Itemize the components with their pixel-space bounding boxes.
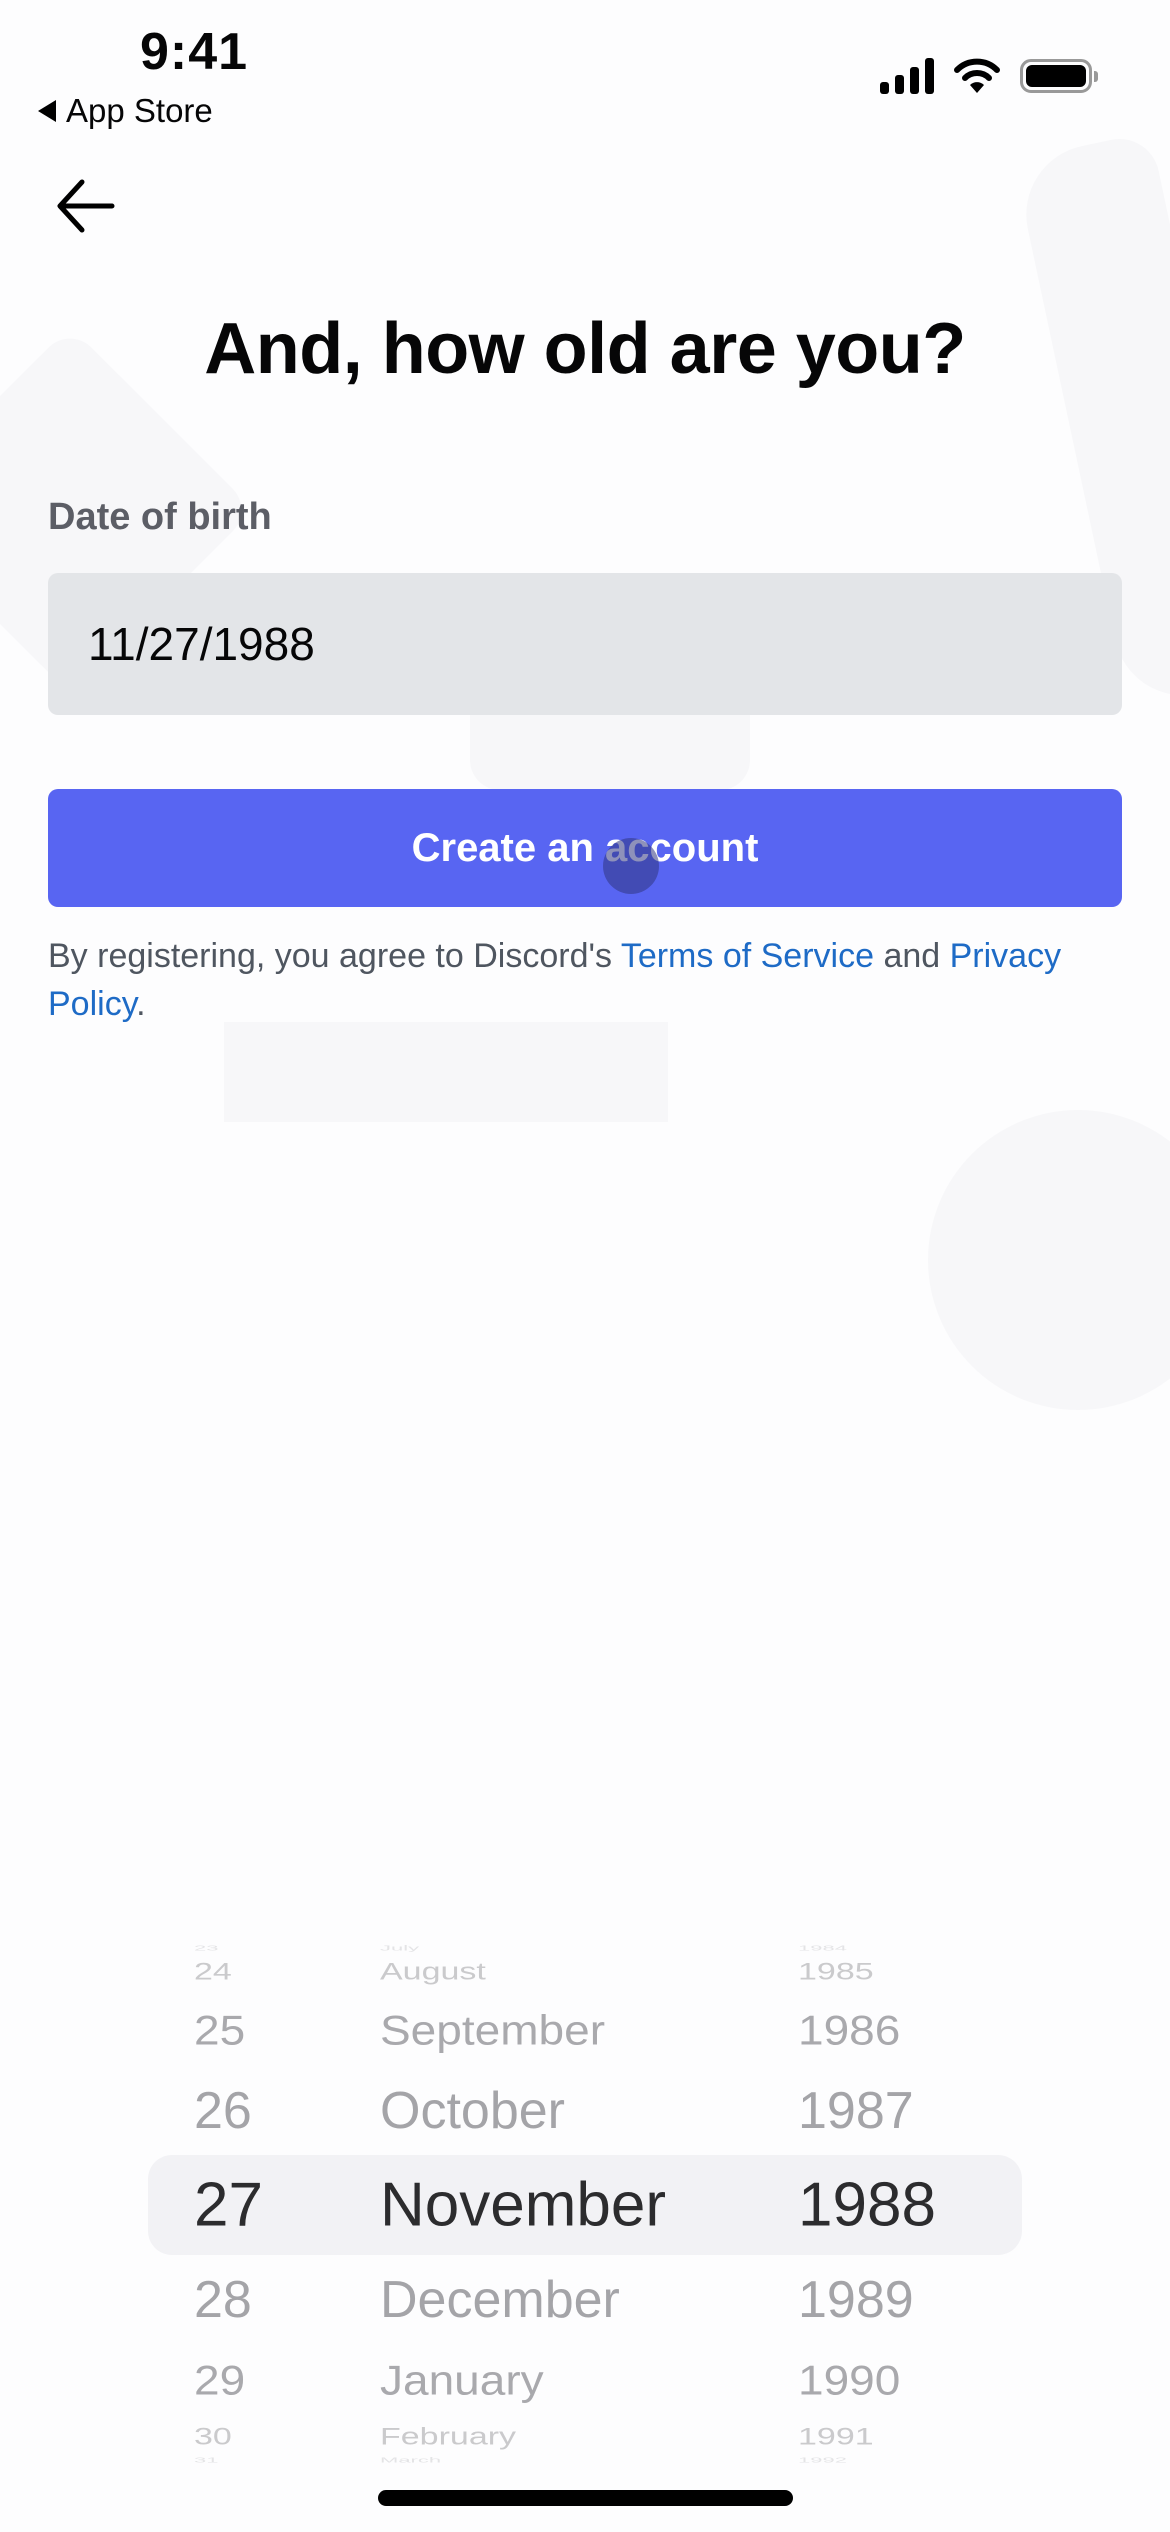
picker-day: 28 <box>194 2271 252 2329</box>
back-app-label: App Store <box>66 92 213 129</box>
picker-day: 26 <box>194 2082 252 2140</box>
dob-label: Date of birth <box>48 496 272 538</box>
picker-year: 1987 <box>798 2082 914 2140</box>
battery-icon <box>1020 59 1098 93</box>
dob-input[interactable]: 11/27/1988 <box>48 573 1122 715</box>
back-button[interactable] <box>48 168 124 244</box>
picker-month: August <box>380 1958 486 1985</box>
picker-month: November <box>380 2170 666 2240</box>
picker-year: 1991 <box>798 2423 874 2450</box>
status-icons <box>880 58 1098 94</box>
date-picker-wheel[interactable]: 23 July 1984 24 August 1985 25 September 1986 26 O… <box>148 1930 1022 2470</box>
back-triangle-icon <box>38 100 56 122</box>
picker-month: September <box>380 2006 606 2054</box>
back-to-app-store[interactable]: App Store <box>38 92 213 130</box>
picker-month: July <box>380 1943 420 1953</box>
terms-text: By registering, you agree to Discord's T… <box>48 932 1122 1028</box>
terms-middle: and <box>874 937 950 975</box>
signal-icon <box>880 58 934 94</box>
dob-value: 11/27/1988 <box>88 618 315 670</box>
create-account-label: Create an account <box>411 825 759 870</box>
picker-day: 29 <box>194 2356 246 2404</box>
picker-month: January <box>380 2356 544 2404</box>
picker-day: 23 <box>194 1943 219 1953</box>
picker-year: 1985 <box>798 1958 874 1985</box>
picker-year: 1986 <box>798 2006 901 2054</box>
create-account-button[interactable]: Create an account <box>48 789 1122 907</box>
picker-month: October <box>380 2082 565 2140</box>
home-indicator[interactable] <box>378 2490 793 2506</box>
wifi-icon <box>954 58 1000 93</box>
picker-day: 27 <box>194 2170 263 2240</box>
picker-month: March <box>380 2455 442 2465</box>
touch-indicator <box>603 838 659 894</box>
picker-day: 25 <box>194 2006 246 2054</box>
picker-year: 1988 <box>798 2170 936 2240</box>
terms-suffix: . <box>136 985 146 1023</box>
picker-year: 1990 <box>798 2356 901 2404</box>
picker-day: 30 <box>194 2423 232 2450</box>
picker-year: 1989 <box>798 2271 914 2329</box>
bg-decoration-rect-2 <box>224 1022 668 1122</box>
picker-year: 1992 <box>798 2455 847 2465</box>
picker-day: 31 <box>194 2455 219 2465</box>
picker-day: 24 <box>194 1958 232 1985</box>
page-title: And, how old are you? <box>204 309 966 389</box>
picker-month: December <box>380 2271 620 2329</box>
bg-decoration-circle <box>928 1110 1170 1410</box>
picker-year: 1984 <box>798 1943 847 1953</box>
terms-of-service-link[interactable]: Terms of Service <box>621 937 874 975</box>
terms-prefix: By registering, you agree to Discord's <box>48 937 621 975</box>
picker-month: February <box>380 2423 517 2450</box>
arrow-left-icon <box>57 179 115 233</box>
status-time: 9:41 <box>140 23 249 81</box>
